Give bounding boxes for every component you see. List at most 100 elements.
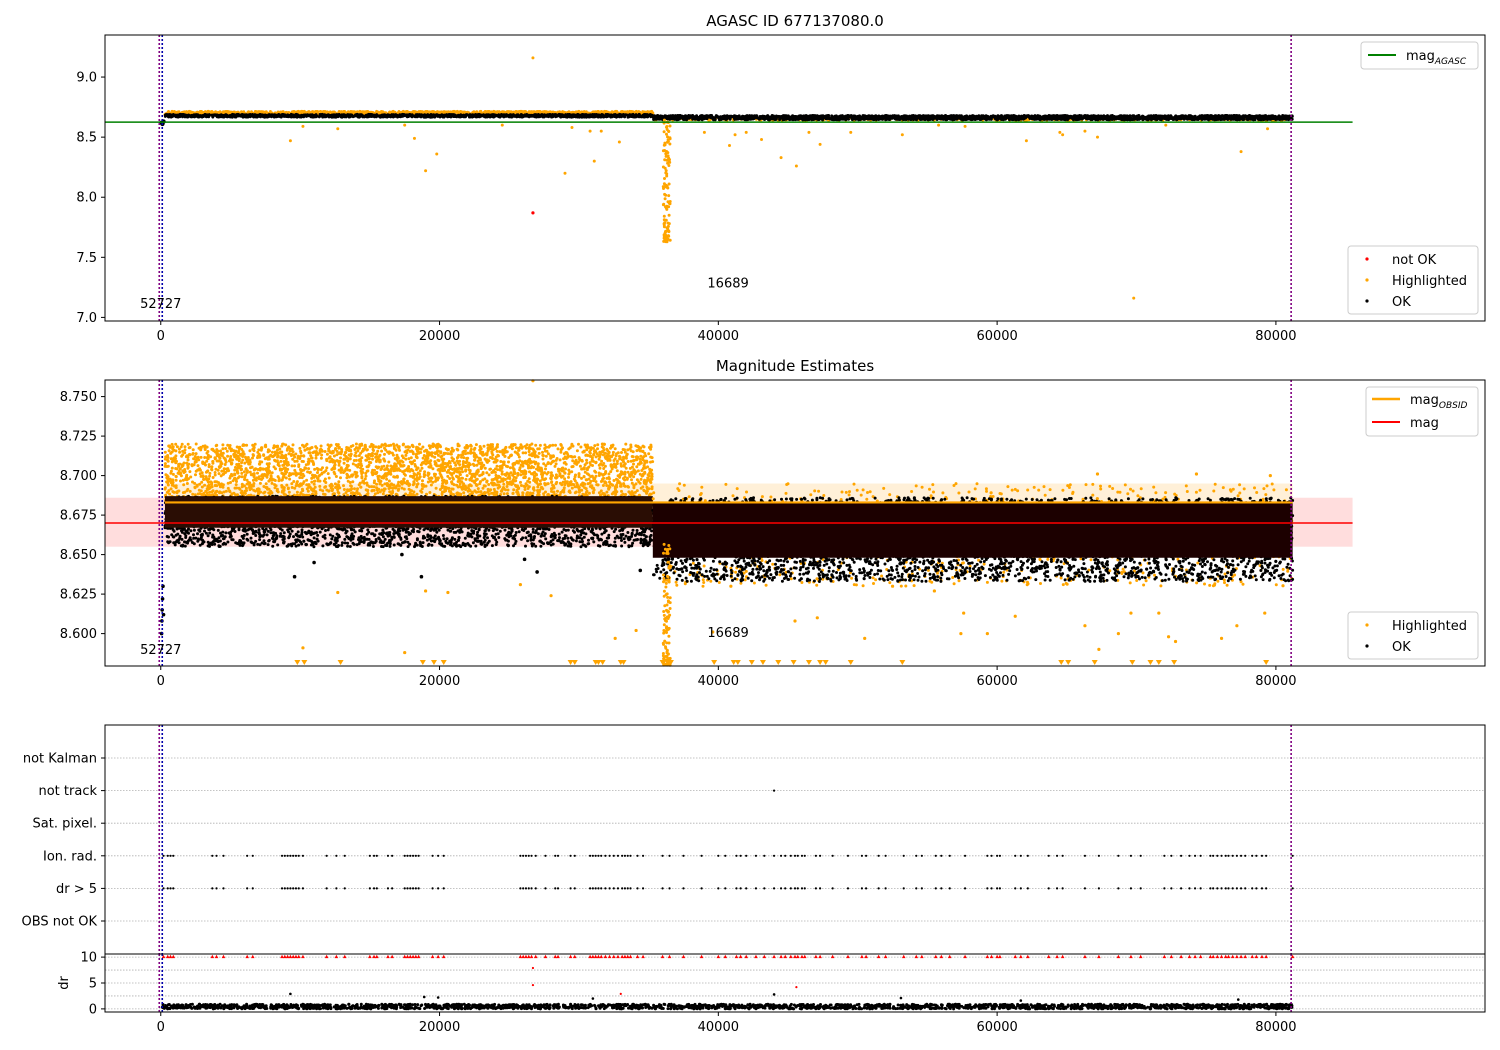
figure: AGASC ID 677137080.0 0 20000 40000 60000 800… [0,0,1500,1050]
ok-point [566,113,569,116]
ok-point [462,116,465,119]
ok-point [271,115,274,118]
ok-point [635,116,638,119]
ok-point [419,114,422,117]
highlighted-point [224,110,227,113]
ok-point [381,114,384,117]
ok-point [492,113,495,116]
highlighted-point [201,112,204,115]
highlighted-point [528,110,531,113]
ok-point [361,115,364,118]
ok-point [473,115,476,118]
highlighted-point [338,110,341,113]
agasc-panel-title: AGASC ID 677137080.0 [706,12,884,30]
highlighted-point [308,111,311,114]
ok-point [299,115,302,118]
ok-point [210,114,213,117]
ok-point [598,115,601,118]
ok-point [486,114,489,117]
highlighted-point [388,111,391,114]
highlighted-point [507,110,510,113]
ok-point [214,113,217,116]
highlighted-point [350,110,353,113]
ok-point [283,113,286,116]
ok-point [426,115,429,118]
ok-point [590,114,593,117]
ok-point [441,115,444,118]
ok-point [244,115,247,118]
ok-point [309,115,312,118]
ok-point [247,116,250,119]
ok-point [465,113,468,116]
highlighted-point [536,110,539,113]
ok-point [531,114,534,117]
ok-point [601,115,604,118]
ok-point [303,114,306,117]
ok-point [430,113,433,116]
ok-point [499,115,502,118]
ok-point [294,115,297,118]
ok-point [616,115,619,118]
ok-point [253,116,256,119]
ok-point [409,113,412,116]
highlighted-point [462,111,465,114]
ok-point [398,113,401,116]
highlighted-point [649,110,652,113]
highlighted-point [189,110,192,113]
highlighted-point [233,111,236,114]
ok-point [334,114,337,117]
ok-point [638,115,641,118]
highlighted-point [451,110,454,113]
ok-point [169,114,172,117]
highlighted-point [420,110,423,113]
ok-point [201,116,204,119]
ok-point [392,116,395,119]
ok-point [331,114,334,117]
highlighted-point [299,111,302,114]
ok-point [632,115,635,118]
ok-point [235,116,238,119]
highlighted-point [571,111,574,114]
highlighted-point [487,110,490,113]
ok-point [519,115,522,118]
ok-point [646,115,649,118]
highlighted-point [303,110,306,113]
ok-point [366,116,369,119]
ok-point [389,115,392,118]
ok-point [446,114,449,117]
ok-point [281,115,284,118]
ok-point [469,114,472,117]
highlighted-point [376,111,379,114]
ok-point [480,115,483,118]
highlighted-point [549,110,552,113]
ok-point [340,116,343,119]
ok-point [264,114,267,117]
ok-point [627,116,630,119]
highlighted-point [174,111,177,114]
ok-point [525,114,528,117]
ok-point [415,114,418,117]
ok-point [355,113,358,116]
ok-point [267,114,270,117]
highlighted-point [429,111,432,114]
ok-point [249,113,252,116]
highlighted-point [622,110,625,113]
ok-point [318,115,321,118]
ok-point [594,113,597,116]
ok-point [223,114,226,117]
highlighted-point [240,110,243,113]
ok-point [370,114,373,117]
ok-point [347,114,350,117]
ok-point [257,114,260,117]
ok-point [566,116,569,119]
ok-point [179,113,182,116]
ok-point [396,114,399,117]
ok-point [167,115,170,118]
ok-point [619,114,622,117]
ok-point [563,114,566,117]
ok-point [314,114,317,117]
ok-point [538,115,541,118]
ok-point [403,114,406,117]
ok-point [542,114,545,117]
ok-point [325,114,328,117]
